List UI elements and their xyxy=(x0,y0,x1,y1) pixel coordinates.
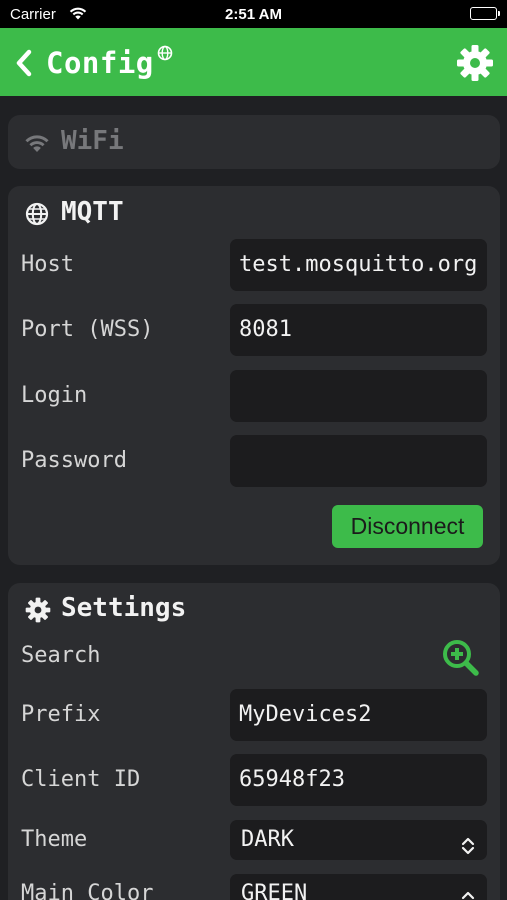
login-label: Login xyxy=(21,383,88,408)
theme-label: Theme xyxy=(21,827,88,852)
prefix-label: Prefix xyxy=(21,702,101,727)
clock: 2:51 AM xyxy=(225,6,282,23)
port-field[interactable]: 8081 xyxy=(230,304,487,356)
main-color-select[interactable]: GREEN xyxy=(230,874,487,900)
settings-section: Settings Search Prefix MyDevices2 Client… xyxy=(8,583,500,900)
globe-icon xyxy=(25,202,49,230)
globe-icon xyxy=(157,45,173,65)
battery-icon xyxy=(470,7,500,20)
gear-icon xyxy=(25,597,51,627)
zoom-in-icon[interactable] xyxy=(440,637,480,681)
login-field[interactable] xyxy=(230,370,487,422)
wifi-section[interactable]: WiFi xyxy=(8,115,500,169)
mqtt-section: MQTT Host test.mosquitto.org Port (WSS) … xyxy=(8,186,500,565)
client-id-field[interactable]: 65948f23 xyxy=(230,754,487,806)
port-label: Port (WSS) xyxy=(21,317,154,342)
client-id-label: Client ID xyxy=(21,767,141,792)
theme-value: DARK xyxy=(241,827,294,852)
select-chevron-icon xyxy=(460,830,476,870)
select-chevron-icon xyxy=(460,884,476,900)
wifi-icon xyxy=(22,131,52,159)
prefix-field[interactable]: MyDevices2 xyxy=(230,689,487,741)
settings-title: Settings xyxy=(61,593,187,623)
status-bar: Carrier 2:51 AM xyxy=(0,0,507,28)
back-chevron-icon[interactable] xyxy=(12,48,38,78)
gear-icon[interactable] xyxy=(456,44,494,86)
wifi-label: WiFi xyxy=(61,126,124,156)
main-color-value: GREEN xyxy=(241,881,308,900)
search-label: Search xyxy=(21,643,101,668)
host-label: Host xyxy=(21,252,74,277)
host-field[interactable]: test.mosquitto.org xyxy=(230,239,487,291)
theme-select[interactable]: DARK xyxy=(230,820,487,860)
password-field[interactable] xyxy=(230,435,487,487)
nav-header: Config xyxy=(0,28,507,96)
mqtt-title: MQTT xyxy=(61,197,124,227)
main-color-label: Main Color xyxy=(21,881,154,900)
disconnect-button[interactable]: Disconnect xyxy=(332,505,483,548)
page-title: Config xyxy=(46,46,154,80)
password-label: Password xyxy=(21,448,127,473)
